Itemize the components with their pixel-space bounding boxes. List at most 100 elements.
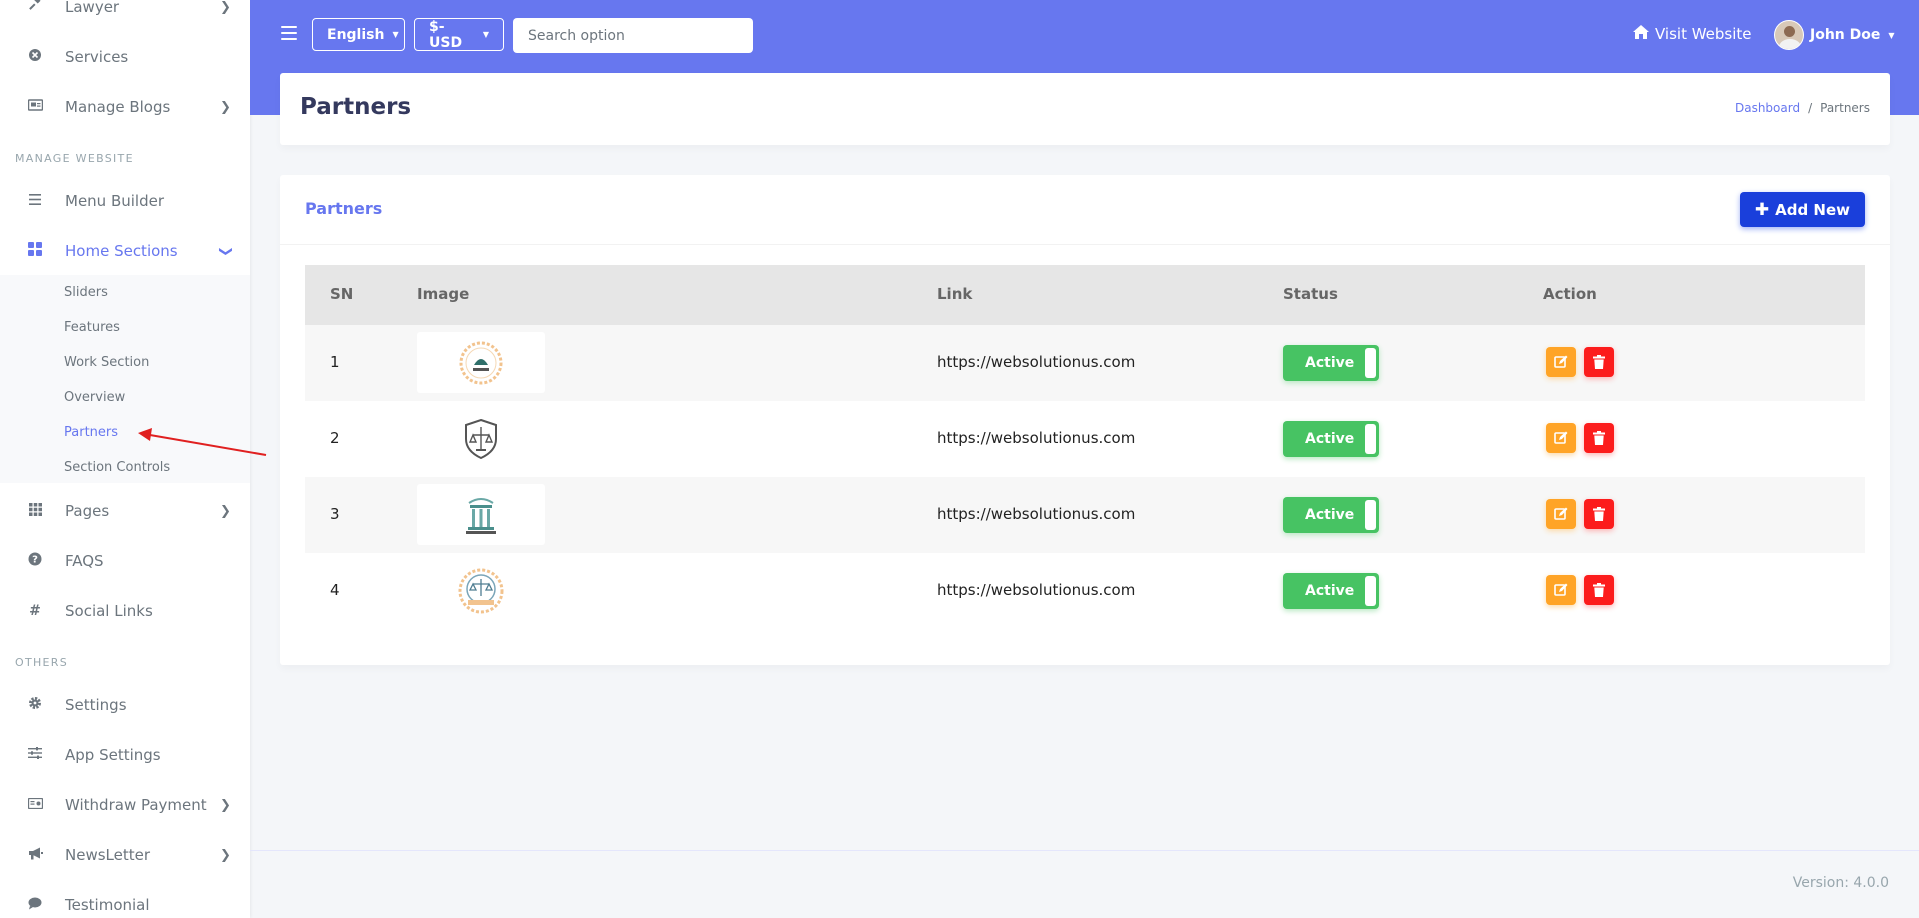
caret-down-icon: ▼ — [482, 30, 489, 39]
edit-icon — [1554, 583, 1568, 596]
sidebar-item-pages[interactable]: Pages ❯ — [0, 486, 250, 536]
sidebar-item-settings[interactable]: Settings — [0, 680, 250, 730]
gear-icon — [26, 696, 44, 714]
delete-button[interactable] — [1584, 423, 1614, 453]
partner-logo-image — [417, 408, 545, 469]
status-toggle[interactable]: Active — [1283, 573, 1379, 609]
sidebar-item-label: Pages — [65, 502, 110, 520]
user-name: John Doe — [1810, 27, 1881, 43]
table-header: SN Image Link Status Action — [305, 265, 1865, 325]
row-link[interactable]: https://websolutionus.com — [937, 581, 1135, 599]
sidebar-item-label: Settings — [65, 696, 127, 714]
sidebar-item-app-settings[interactable]: App Settings — [0, 730, 250, 780]
section-header: Partners Dashboard / Partners — [280, 73, 1890, 145]
chevron-right-icon: ❯ — [220, 797, 231, 813]
megaphone-icon — [26, 847, 44, 864]
edit-button[interactable] — [1546, 575, 1576, 605]
status-label: Active — [1305, 431, 1355, 447]
card-header: Partners ✚ Add New — [280, 175, 1890, 245]
sidebar-item-withdraw-payment[interactable]: Withdraw Payment ❯ — [0, 780, 250, 830]
breadcrumb-dashboard-link[interactable]: Dashboard — [1735, 101, 1800, 115]
status-toggle[interactable]: Active — [1283, 345, 1379, 381]
sidebar-item-faqs[interactable]: ? FAQS — [0, 536, 250, 586]
sidebar-item-label: Testimonial — [65, 896, 150, 914]
visit-website-label: Visit Website — [1655, 25, 1752, 43]
status-label: Active — [1305, 507, 1355, 523]
status-label: Active — [1305, 355, 1355, 371]
delete-button[interactable] — [1584, 499, 1614, 529]
edit-icon — [1554, 507, 1568, 520]
column-header-image: Image — [417, 285, 470, 303]
footer: Version: 4.0.0 — [250, 850, 1919, 918]
edit-button[interactable] — [1546, 347, 1576, 377]
sliders-icon — [26, 747, 44, 763]
annotation-arrow — [138, 428, 267, 456]
breadcrumb-separator: / — [1808, 101, 1813, 115]
grid-icon — [26, 502, 44, 520]
money-icon — [26, 797, 44, 813]
sidebar-item-label: Withdraw Payment — [65, 796, 207, 814]
row-link[interactable]: https://websolutionus.com — [937, 505, 1135, 523]
toggle-knob — [1365, 500, 1376, 530]
svg-text:?: ? — [32, 555, 38, 566]
language-dropdown[interactable]: English ▼ — [312, 18, 405, 51]
card-title: Partners — [305, 199, 383, 218]
column-header-action: Action — [1543, 285, 1597, 303]
edit-icon — [1554, 431, 1568, 444]
status-label: Active — [1305, 583, 1355, 599]
table-row: 3 https://websolutionus.com Active — [305, 477, 1865, 553]
currency-dropdown[interactable]: $-USD ▼ — [414, 18, 504, 51]
partners-card: Partners ✚ Add New SN Image Link Status … — [280, 175, 1890, 665]
row-sn: 2 — [330, 429, 340, 447]
add-new-button[interactable]: ✚ Add New — [1739, 192, 1865, 227]
sidebar-item-label: FAQS — [65, 552, 104, 570]
status-toggle[interactable]: Active — [1283, 421, 1379, 457]
chevron-right-icon: ❯ — [220, 847, 231, 863]
delete-button[interactable] — [1584, 575, 1614, 605]
column-header-link: Link — [937, 285, 973, 303]
page-title: Partners — [300, 94, 412, 120]
add-new-label: Add New — [1775, 200, 1850, 219]
partner-logo-image — [417, 560, 545, 621]
sidebar-item-newsletter[interactable]: NewsLetter ❯ — [0, 830, 250, 880]
hamburger-menu-icon[interactable] — [281, 26, 297, 44]
sidebar-item-testimonial[interactable]: Testimonial — [0, 880, 250, 918]
edit-button[interactable] — [1546, 423, 1576, 453]
sidebar-item-label: App Settings — [65, 746, 161, 764]
version-text: Version: 4.0.0 — [1792, 875, 1889, 891]
sidebar-section-header: OTHERS — [15, 656, 69, 669]
avatar — [1774, 20, 1804, 50]
question-circle-icon: ? — [26, 552, 44, 570]
sidebar-item-label: NewsLetter — [65, 846, 151, 864]
row-link[interactable]: https://websolutionus.com — [937, 429, 1135, 447]
sidebar-item-label: Social Links — [65, 602, 153, 620]
table-row: 2 https://websolutionus.com Active — [305, 401, 1865, 477]
toggle-knob — [1365, 424, 1376, 454]
sidebar-item-social-links[interactable]: # Social Links — [0, 586, 250, 636]
row-link[interactable]: https://websolutionus.com — [937, 353, 1135, 371]
edit-icon — [1554, 355, 1568, 368]
row-sn: 4 — [330, 581, 340, 599]
chevron-right-icon: ❯ — [220, 503, 231, 519]
user-menu-dropdown[interactable]: John Doe ▼ — [1774, 20, 1895, 50]
currency-label: $-USD — [429, 18, 463, 51]
partner-logo-image — [417, 332, 545, 393]
trash-icon — [1593, 583, 1605, 597]
caret-down-icon: ▼ — [392, 30, 399, 39]
row-sn: 1 — [330, 353, 340, 371]
trash-icon — [1593, 507, 1605, 521]
search-input[interactable] — [513, 18, 753, 53]
status-toggle[interactable]: Active — [1283, 497, 1379, 533]
breadcrumb-current: Partners — [1820, 101, 1870, 115]
visit-website-link[interactable]: Visit Website — [1632, 24, 1752, 44]
partners-table: SN Image Link Status Action 1 https://we… — [305, 265, 1865, 621]
caret-down-icon: ▼ — [1888, 30, 1895, 40]
table-row: 1 https://websolutionus.com Active — [305, 325, 1865, 401]
trash-icon — [1593, 355, 1605, 369]
hashtag-icon: # — [29, 603, 41, 619]
edit-button[interactable] — [1546, 499, 1576, 529]
column-header-status: Status — [1283, 285, 1338, 303]
delete-button[interactable] — [1584, 347, 1614, 377]
table-row: 4 https://websolutionus.com Active — [305, 553, 1865, 629]
trash-icon — [1593, 431, 1605, 445]
